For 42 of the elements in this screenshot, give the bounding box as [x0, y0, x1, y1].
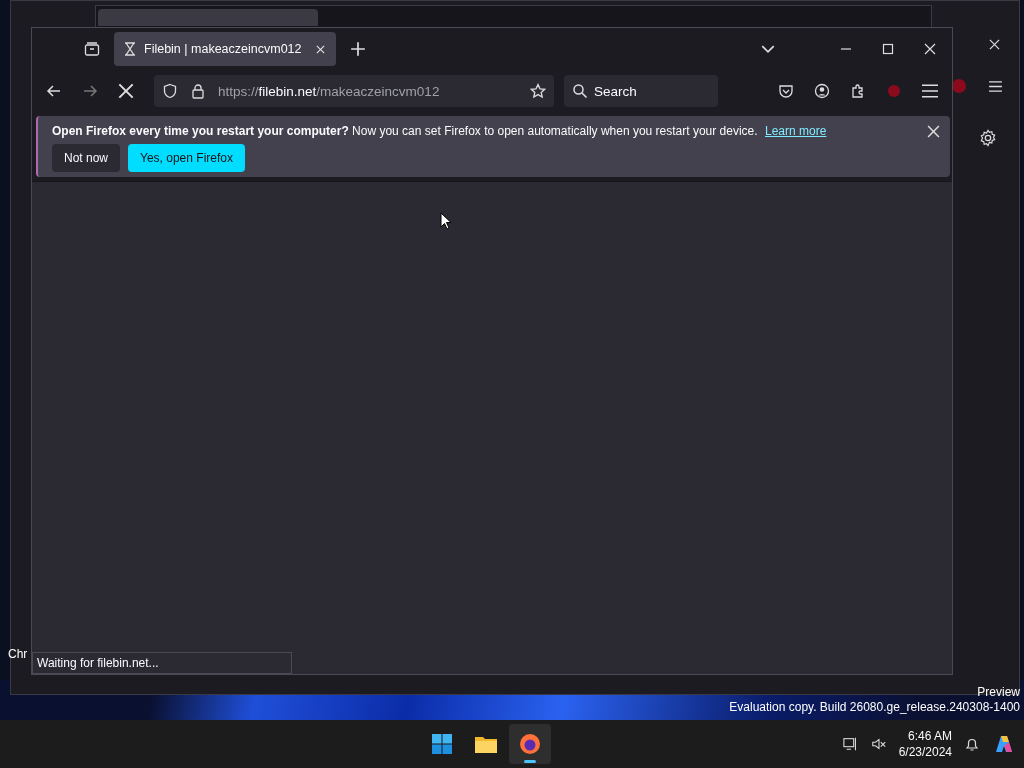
- watermark-text: Preview: [976, 685, 1020, 700]
- confirm-button[interactable]: Yes, open Firefox: [128, 144, 245, 172]
- new-tab-icon[interactable]: [350, 41, 366, 57]
- lock-icon[interactable]: [190, 83, 206, 99]
- shield-icon[interactable]: [162, 83, 178, 99]
- stop-icon[interactable]: [118, 83, 134, 99]
- menu-icon[interactable]: [922, 83, 938, 99]
- learn-more-link[interactable]: Learn more: [765, 124, 827, 138]
- hourglass-icon: [124, 42, 136, 56]
- account-icon[interactable]: [814, 83, 830, 99]
- close-icon[interactable]: [924, 43, 936, 55]
- menu-icon[interactable]: [989, 81, 1002, 92]
- back-icon[interactable]: [46, 83, 62, 99]
- pocket-icon[interactable]: [778, 83, 794, 99]
- speaker-muted-icon[interactable]: [870, 736, 887, 752]
- close-icon[interactable]: [315, 43, 326, 55]
- notification-title: Open Firefox every time you restart your computer?: [52, 124, 349, 138]
- status-text: Waiting for filebin.net...: [32, 652, 292, 674]
- clock-time[interactable]: 6:46 AM: [898, 728, 952, 744]
- watermark-text: Evaluation copy. Build 26080.ge_release.240308-1400: [729, 700, 1020, 715]
- cursor-icon: [440, 212, 452, 230]
- close-icon[interactable]: [927, 124, 940, 138]
- dismiss-button[interactable]: Not now: [52, 144, 121, 172]
- taskbar-app[interactable]: [509, 724, 552, 764]
- search-field[interactable]: Search: [564, 75, 718, 107]
- desktop-icon-label: Chr: [8, 647, 28, 661]
- notification-message: Now you can set Firefox to open automatically when you restart your device.: [352, 124, 758, 138]
- star-icon[interactable]: [530, 83, 546, 99]
- bell-icon[interactable]: [964, 736, 980, 752]
- start-icon: [430, 732, 455, 756]
- close-icon[interactable]: [989, 39, 1000, 50]
- tab-tray-icon[interactable]: [84, 41, 100, 57]
- url-text[interactable]: https://filebin.net/makeaczeincvm012: [218, 83, 440, 99]
- network-icon[interactable]: [842, 736, 859, 752]
- puzzle-icon[interactable]: [850, 83, 866, 99]
- settings-icon[interactable]: [979, 129, 997, 147]
- forward-icon[interactable]: [82, 83, 98, 99]
- address-bar[interactable]: https://filebin.net/makeaczeincvm012: [154, 75, 554, 107]
- clock-date[interactable]: 6/23/2024: [898, 744, 952, 760]
- browser-icon: [518, 732, 543, 756]
- maximize-icon[interactable]: [882, 43, 894, 55]
- browser-tab[interactable]: Filebin | makeaczeincvm012: [114, 32, 336, 66]
